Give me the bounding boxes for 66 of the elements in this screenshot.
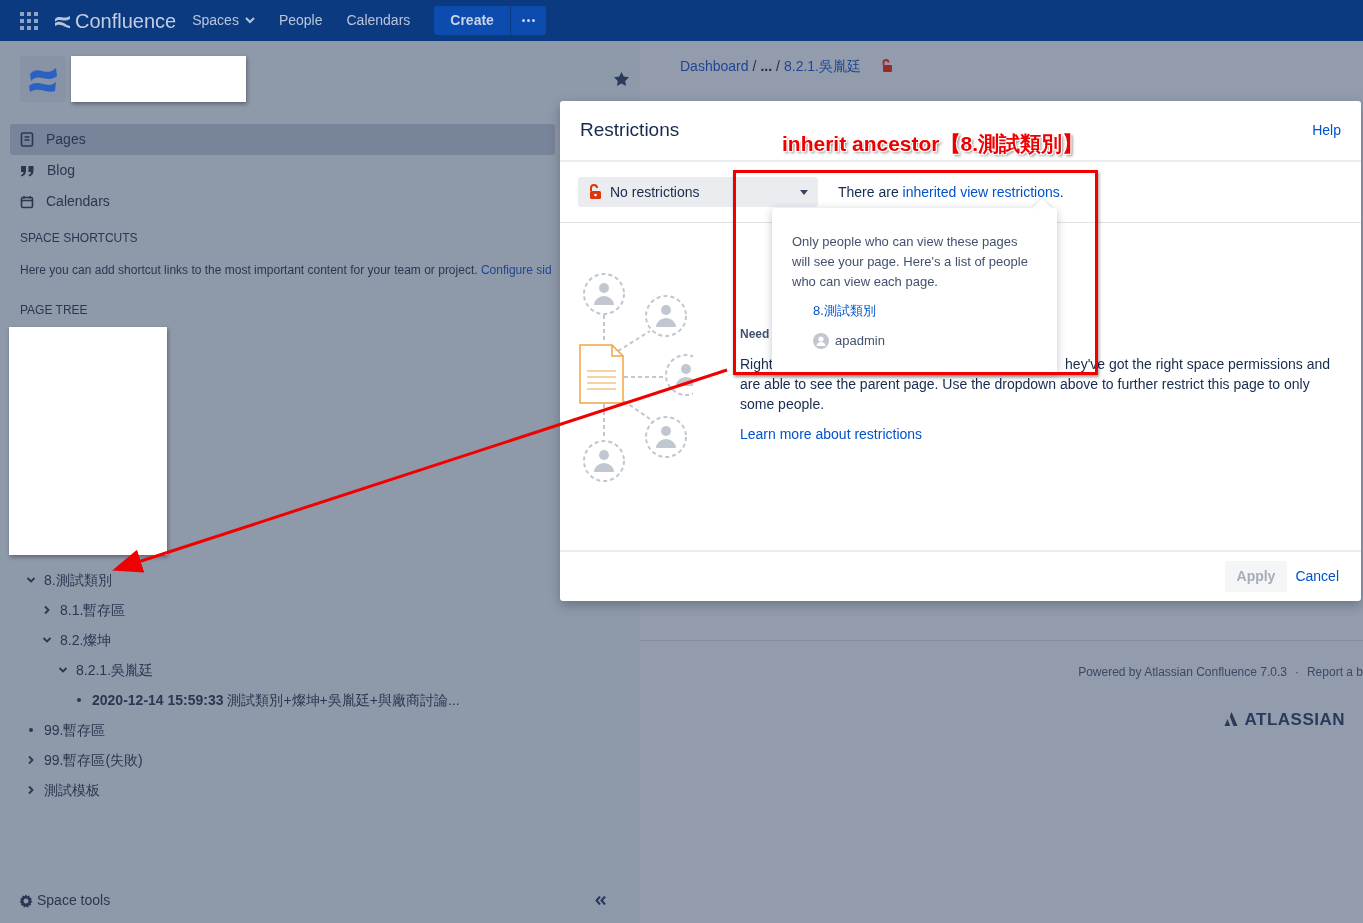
section-heading: Need: [740, 326, 770, 343]
body-text: Right: [740, 355, 773, 374]
more-icon: [521, 19, 535, 22]
breadcrumb-separator: /: [776, 56, 780, 76]
tree-item[interactable]: 2020-12-14 15:59:33 測試類別+燦坤+吳胤廷+與廠商討論...: [92, 689, 460, 711]
confluence-logo[interactable]: Confluence: [54, 5, 177, 36]
nav-link[interactable]: Spaces: [192, 10, 255, 31]
nav-link[interactable]: People: [278, 10, 323, 31]
tree-item[interactable]: 8.測試類別: [44, 569, 112, 591]
report-link[interactable]: Report a b: [1306, 663, 1363, 681]
learn-more-link[interactable]: Learn more about restrictions: [740, 424, 923, 444]
dialog-title: Restrictions: [580, 118, 680, 143]
section-heading: PAGE TREE: [20, 302, 89, 319]
app-grid-icon[interactable]: [20, 11, 38, 30]
powered-by-text: Powered by Atlassian Confluence 7.0.3: [1078, 664, 1287, 681]
bullet-icon: [29, 728, 33, 732]
tree-item[interactable]: 測試模板: [44, 779, 100, 801]
shortcuts-text: Here you can add shortcut links to the most important content for your team or project.: [20, 263, 478, 277]
inherited-restrictions-link[interactable]: inherited view restrictions: [902, 183, 1060, 200]
create-button[interactable]: Create: [434, 6, 510, 35]
tree-item[interactable]: 8.2.燦坤: [60, 629, 112, 651]
calendar-icon: [20, 194, 34, 209]
section-heading: SPACE SHORTCUTS: [20, 230, 139, 247]
annotation-label: inherit ancestor【8.測試類別】: [782, 131, 1084, 157]
breadcrumb-link[interactable]: Dashboard: [680, 55, 749, 77]
quote-icon: [20, 164, 35, 177]
page-icon: [20, 132, 34, 147]
atlassian-logo: ATLASSIAN: [1223, 707, 1345, 733]
settings-icon: [19, 893, 33, 908]
breadcrumb-link[interactable]: 8.2.1.吳胤廷: [783, 55, 861, 77]
body-text: some people.: [740, 395, 825, 414]
user-name: apadmin: [835, 332, 885, 350]
avatar-icon: [813, 333, 829, 349]
configure-link[interactable]: Configure sid: [480, 263, 552, 277]
tree-item[interactable]: 99.暫存區(失敗): [44, 749, 143, 771]
bullet-icon: [77, 698, 81, 702]
breadcrumb-separator: /: [752, 56, 757, 76]
chevron-right-icon[interactable]: [42, 605, 52, 615]
page-link[interactable]: 8.測試類別: [813, 301, 876, 321]
cancel-link[interactable]: Cancel: [1295, 566, 1339, 587]
restrictions-dropdown[interactable]: No restrictions: [578, 177, 818, 207]
nav-link[interactable]: Calendars: [346, 10, 411, 31]
space-tools-link[interactable]: Space tools: [19, 890, 111, 911]
unlocked-icon: [588, 184, 602, 200]
separator-dot: ·: [1294, 664, 1299, 681]
more-button[interactable]: [510, 6, 546, 35]
star-icon[interactable]: [614, 72, 629, 86]
chevron-down-icon[interactable]: [26, 575, 36, 585]
chevron-right-icon[interactable]: [26, 785, 36, 795]
tree-item[interactable]: 99.暫存區: [44, 719, 106, 741]
tree-item[interactable]: 8.2.1.吳胤廷: [76, 659, 154, 681]
sidebar-item[interactable]: Calendars: [10, 186, 555, 217]
chevron-down-icon[interactable]: [42, 635, 52, 645]
caret-icon: [800, 189, 808, 195]
sidebar-item[interactable]: Blog: [10, 155, 555, 186]
tree-item[interactable]: 8.1.暫存區: [60, 599, 126, 621]
help-link[interactable]: Help: [1312, 120, 1341, 141]
unlocked-icon[interactable]: [881, 59, 893, 73]
popover-text: Only people who can view these pages will see your page. Here's a list of people who can view each page.: [792, 233, 1029, 291]
collapse-sidebar-icon[interactable]: [595, 896, 606, 905]
inherited-restrictions-text: There are inherited view restrictions.: [838, 182, 1064, 202]
breadcrumb-ellipsis[interactable]: ...: [760, 55, 773, 77]
chevron-right-icon[interactable]: [26, 755, 36, 765]
chevron-down-icon[interactable]: [58, 665, 68, 675]
sidebar-item[interactable]: Pages: [10, 124, 555, 155]
body-text: are able to see the parent page. Use the dropdown above to further restrict this page to only: [740, 375, 1310, 394]
